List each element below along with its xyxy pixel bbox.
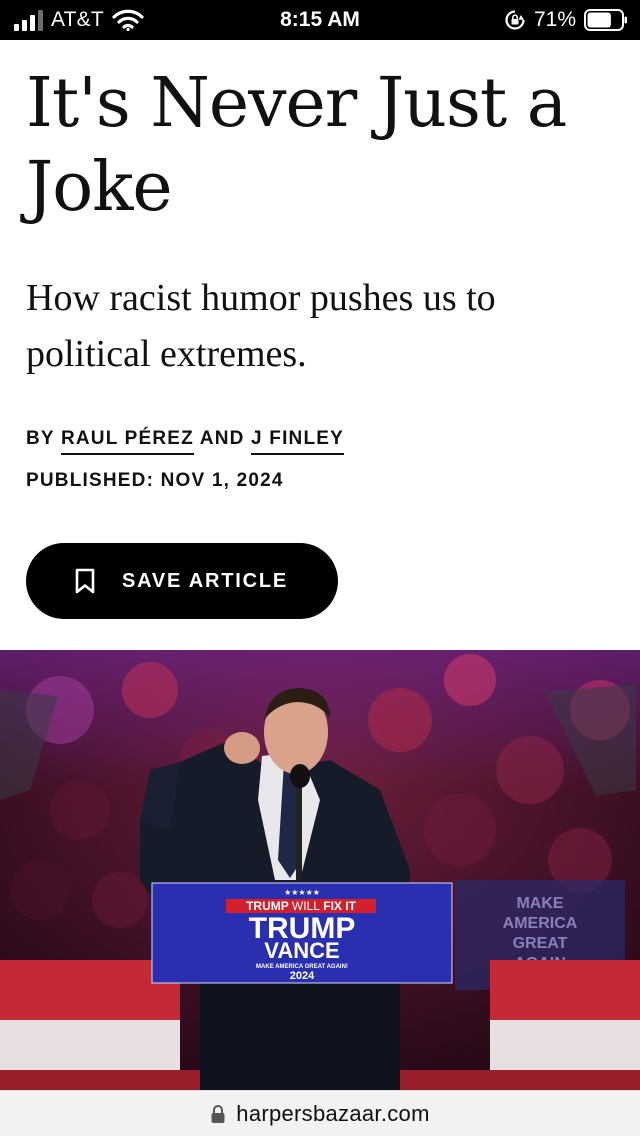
author-link-j-finley[interactable]: J FINLEY [251, 428, 345, 455]
podium-name-2: VANCE [264, 938, 339, 963]
article-headline: It's Never Just a Joke [26, 62, 606, 230]
headline-line-1: It's Never Just a [26, 64, 567, 143]
podium-slogan: TRUMP WILL FIX IT [246, 899, 356, 913]
wifi-icon [112, 9, 144, 31]
url-text: harpersbazaar.com [236, 1100, 430, 1126]
byline-prefix: BY [26, 428, 55, 449]
save-article-button[interactable]: SAVE ARTICLE [26, 543, 338, 619]
battery-icon [584, 9, 627, 31]
carrier-name: AT&T [51, 8, 104, 31]
author-link-raul-perez[interactable]: RAUL PÉREZ [60, 428, 194, 455]
headline-line-2: Joke [26, 148, 173, 227]
dek-line-2: political extremes. [26, 333, 307, 375]
rotation-lock-icon [505, 10, 525, 30]
publish-date: PUBLISHED: NOV 1, 2024 [26, 470, 284, 491]
signal-icon [14, 9, 43, 31]
svg-text:MAKE: MAKE [516, 895, 563, 912]
byline-conjunction: AND [199, 428, 245, 449]
status-bar-left: AT&T [14, 0, 144, 40]
dek-line-1: How racist humor pushes us to [26, 277, 496, 319]
bookmark-icon [75, 568, 95, 594]
browser-address-bar[interactable]: harpersbazaar.com [0, 1090, 640, 1136]
hero-image[interactable]: MAKE AMERICA GREAT AGAIN ★★★★★ TRUMP WIL… [0, 650, 640, 1090]
lock-icon [211, 1104, 225, 1123]
svg-text:AMERICA: AMERICA [503, 915, 578, 932]
status-bar: AT&T 8:15 AM 71% [0, 0, 640, 40]
podium-year: 2024 [290, 970, 315, 982]
podium-base [200, 980, 400, 1090]
battery-percentage: 71% [533, 8, 576, 31]
podium-stars: ★★★★★ [284, 888, 320, 897]
status-bar-right: 71% [504, 0, 628, 40]
article-dek: How racist humor pushes us to political … [26, 270, 616, 382]
svg-text:GREAT: GREAT [513, 935, 568, 952]
save-article-label: SAVE ARTICLE [122, 569, 289, 592]
byline: BY RAUL PÉREZ AND J FINLEY [26, 428, 345, 455]
podium-sign: ★★★★★ TRUMP WILL FIX IT TRUMP VANCE MAKE… [151, 882, 453, 984]
